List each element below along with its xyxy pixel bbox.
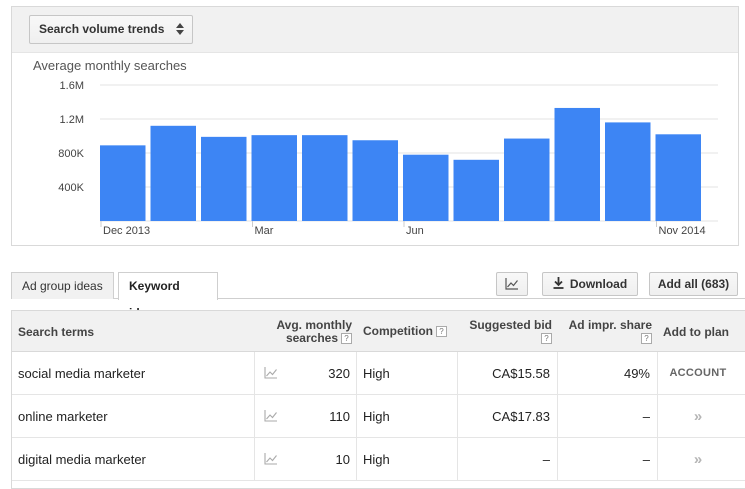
chart-bar bbox=[352, 140, 398, 221]
competition-value: High bbox=[363, 451, 390, 467]
header-share-text: Ad impr. share bbox=[568, 318, 652, 332]
x-tick-label: Nov 2014 bbox=[659, 225, 706, 237]
add-all-button[interactable]: Add all (683) bbox=[649, 272, 738, 296]
y-tick-label: 400K bbox=[58, 182, 84, 194]
search-volume-chart-panel: Search volume trends Average monthly sea… bbox=[11, 6, 739, 246]
competition-value: High bbox=[363, 365, 390, 381]
monthly-searches-bar-chart: 400K 800K 1.2M 1.6M Dec 2013 Mar Jun Nov 2014 bbox=[58, 80, 718, 237]
x-tick-label: Dec 2013 bbox=[103, 225, 150, 237]
column-divider bbox=[557, 352, 558, 394]
line-chart-icon bbox=[264, 453, 277, 465]
header-avg-monthly-searches: Avg. monthly searches? bbox=[262, 319, 352, 345]
x-tick-label: Jun bbox=[406, 225, 424, 237]
line-chart-icon bbox=[505, 278, 518, 290]
chart-bar bbox=[201, 136, 247, 221]
chart-toolbar: Search volume trends bbox=[12, 7, 738, 53]
column-divider bbox=[356, 352, 357, 394]
header-bid-help-wrap: ? bbox=[452, 332, 552, 345]
ad-impr-share-value: 49% bbox=[623, 365, 650, 381]
tab-keyword-ideas[interactable]: Keyword ideas bbox=[118, 272, 218, 320]
x-tick-label: Mar bbox=[255, 225, 274, 237]
ad-impr-share-value: – bbox=[642, 408, 650, 424]
header-competition: Competition? bbox=[363, 325, 447, 338]
header-competition-text: Competition bbox=[363, 324, 433, 338]
column-divider bbox=[254, 438, 255, 480]
tab-ad-group-ideas[interactable]: Ad group ideas bbox=[11, 272, 114, 299]
trend-chart-button[interactable] bbox=[264, 352, 278, 394]
trend-chart-button[interactable] bbox=[264, 438, 278, 480]
table-row: digital media marketer 10 High – – » bbox=[12, 438, 745, 481]
column-divider bbox=[457, 395, 458, 437]
download-icon bbox=[553, 277, 564, 289]
competition-value: High bbox=[363, 408, 390, 424]
suggested-bid-value: – bbox=[542, 451, 550, 467]
column-divider bbox=[457, 352, 458, 394]
add-to-plan-button[interactable]: » bbox=[658, 438, 738, 480]
column-divider bbox=[356, 438, 357, 480]
table-row: social media marketer 320 High CA$15.58 49% A… bbox=[12, 352, 745, 395]
chart-bar bbox=[403, 154, 449, 221]
column-divider bbox=[457, 438, 458, 480]
avg-monthly-searches: 110 bbox=[329, 408, 350, 424]
header-avg-line2: searches? bbox=[262, 332, 352, 345]
ad-impr-share-value: – bbox=[642, 451, 650, 467]
avg-monthly-searches: 10 bbox=[335, 451, 350, 467]
chart-bar bbox=[554, 107, 600, 221]
tab-label: Ad group ideas bbox=[22, 279, 103, 293]
add-to-plan-button[interactable]: » bbox=[658, 395, 738, 437]
suggested-bid-value: CA$15.58 bbox=[492, 365, 550, 381]
chart-bar bbox=[504, 138, 550, 221]
table-header: Search terms Avg. monthly searches? Comp… bbox=[12, 311, 745, 352]
header-share-help-wrap: ? bbox=[560, 332, 652, 345]
search-term: online marketer bbox=[18, 408, 108, 424]
chart-title: Average monthly searches bbox=[33, 58, 187, 73]
chart-bar bbox=[100, 145, 146, 221]
table-row: online marketer 110 High CA$17.83 – » bbox=[12, 395, 745, 438]
header-avg-line2-text: searches bbox=[285, 331, 338, 345]
chart-bar bbox=[150, 125, 196, 221]
suggested-bid-value: CA$17.83 bbox=[492, 408, 550, 424]
add-to-plan-button[interactable]: ACCOUNT bbox=[658, 352, 738, 394]
column-divider bbox=[557, 438, 558, 480]
header-add-to-plan: Add to plan bbox=[663, 325, 729, 339]
y-tick-label: 1.6M bbox=[60, 80, 84, 92]
chart-bar bbox=[655, 134, 701, 221]
header-ad-impr-share: Ad impr. share ? bbox=[560, 319, 652, 345]
column-divider bbox=[557, 395, 558, 437]
help-icon[interactable]: ? bbox=[341, 333, 352, 345]
add-to-plan-label: ACCOUNT bbox=[669, 367, 727, 379]
chart-bar bbox=[251, 135, 297, 221]
column-divider bbox=[254, 395, 255, 437]
help-icon[interactable]: ? bbox=[436, 326, 447, 338]
download-button[interactable]: Download bbox=[542, 272, 638, 296]
chart-bar bbox=[302, 135, 348, 221]
add-to-plan-label: » bbox=[693, 407, 703, 425]
avg-monthly-searches: 320 bbox=[328, 365, 350, 381]
add-all-label: Add all (683) bbox=[657, 277, 730, 291]
header-bid-text: Suggested bid bbox=[469, 318, 552, 332]
y-tick-label: 800K bbox=[58, 148, 84, 160]
line-chart-icon bbox=[264, 410, 277, 422]
header-suggested-bid: Suggested bid ? bbox=[452, 319, 552, 345]
download-label: Download bbox=[569, 277, 628, 291]
column-divider bbox=[254, 352, 255, 394]
line-chart-icon bbox=[264, 367, 277, 379]
search-term: social media marketer bbox=[18, 365, 146, 381]
column-divider bbox=[356, 395, 357, 437]
chart-bar bbox=[605, 122, 651, 221]
y-tick-label: 1.2M bbox=[60, 114, 84, 126]
trend-chart-button[interactable] bbox=[264, 395, 278, 437]
search-volume-trends-dropdown[interactable]: Search volume trends bbox=[29, 15, 194, 44]
chart-toggle-button[interactable] bbox=[496, 272, 528, 296]
dropdown-label: Search volume trends bbox=[39, 22, 165, 36]
add-to-plan-label: » bbox=[693, 450, 703, 468]
chart-bar bbox=[453, 159, 499, 221]
keyword-ideas-table: Search terms Avg. monthly searches? Comp… bbox=[11, 310, 745, 489]
header-search-terms: Search terms bbox=[18, 325, 95, 339]
search-term: digital media marketer bbox=[18, 451, 146, 467]
help-icon[interactable]: ? bbox=[541, 333, 552, 345]
sort-arrows-icon bbox=[176, 23, 185, 35]
help-icon[interactable]: ? bbox=[641, 333, 652, 345]
